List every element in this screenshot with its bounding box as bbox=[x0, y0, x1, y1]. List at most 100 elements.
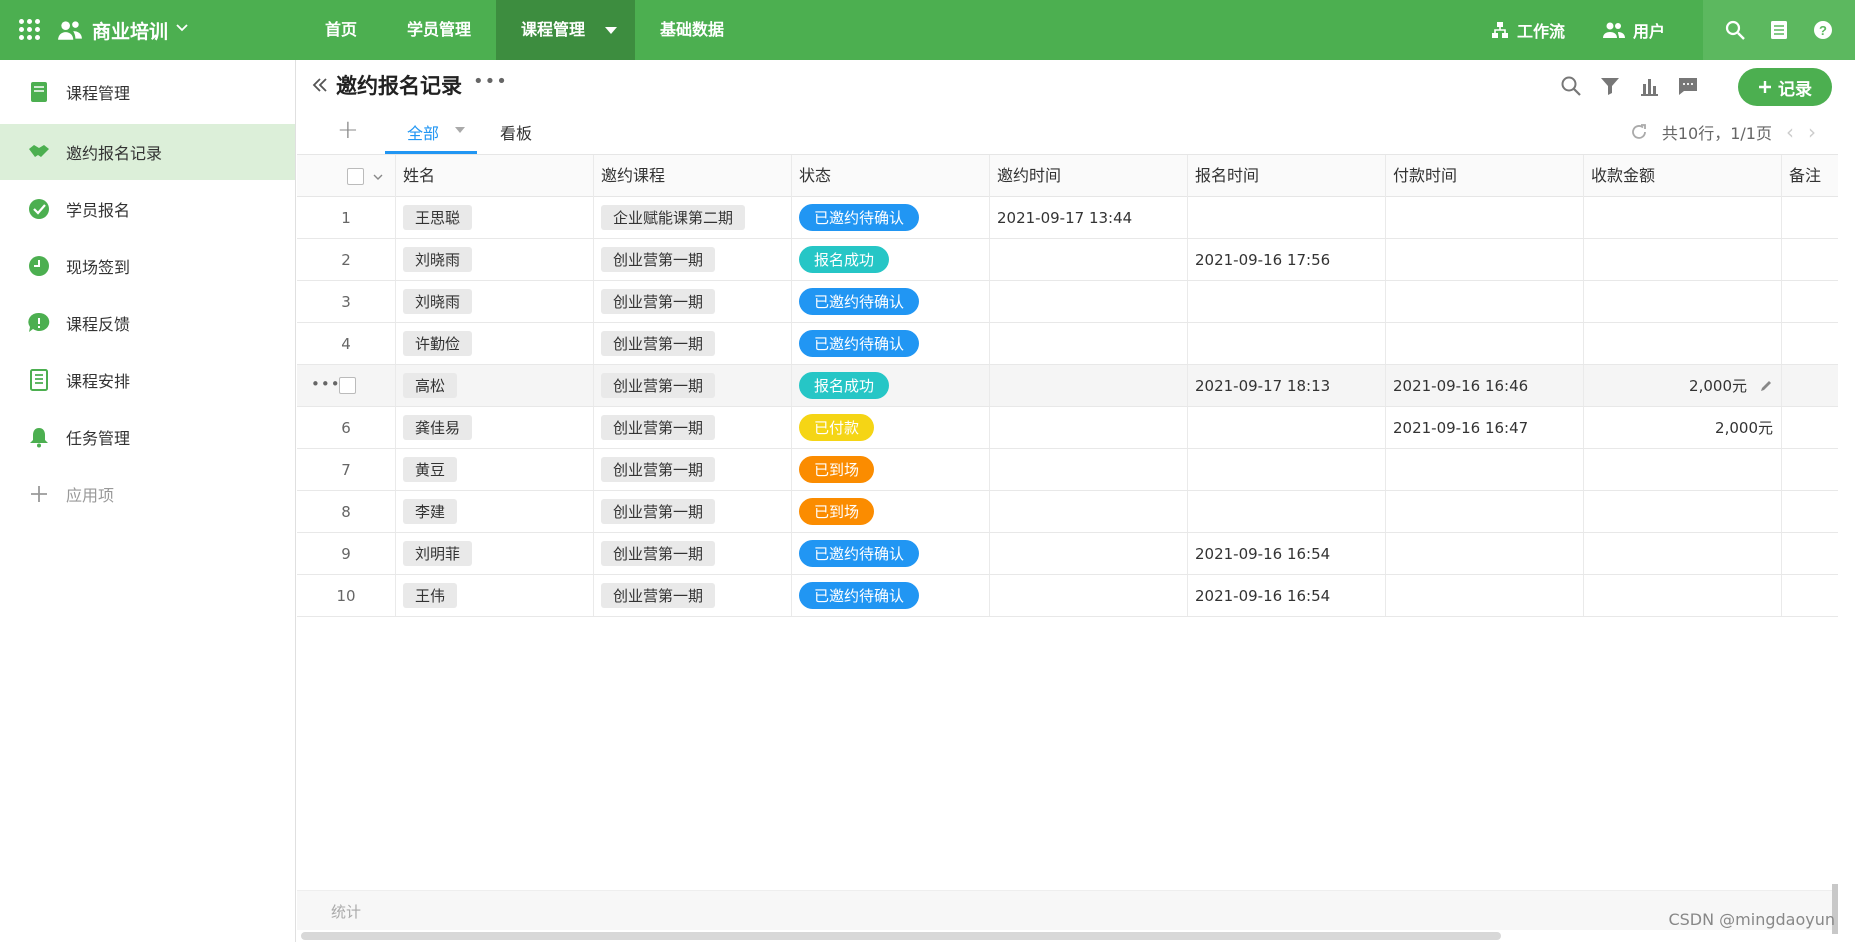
column-header-status[interactable]: 状态 bbox=[792, 155, 990, 197]
cell-course[interactable]: 创业营第一期 bbox=[594, 365, 792, 406]
table-row[interactable]: ••• 高松 创业营第一期 报名成功 2021-09-17 18:13 2021-09-1… bbox=[297, 365, 1838, 407]
cell-name[interactable]: 高松 bbox=[396, 365, 594, 406]
nav-student-management[interactable]: 学员管理 bbox=[382, 0, 496, 60]
cell-pay-time[interactable] bbox=[1386, 491, 1584, 532]
cell-signup-time[interactable] bbox=[1188, 491, 1386, 532]
cell-remarks[interactable] bbox=[1782, 491, 1838, 532]
cell-invite-time[interactable] bbox=[990, 239, 1188, 280]
comment-icon[interactable] bbox=[1676, 74, 1700, 98]
cell-status[interactable]: 已邀约待确认 bbox=[792, 575, 990, 616]
table-row[interactable]: 3 刘晓雨 创业营第一期 已邀约待确认 bbox=[297, 281, 1838, 323]
sidebar-item-course-schedule[interactable]: 课程安排 bbox=[0, 352, 295, 408]
cell-course[interactable]: 创业营第一期 bbox=[594, 407, 792, 448]
cell-signup-time[interactable]: 2021-09-16 16:54 bbox=[1188, 533, 1386, 574]
cell-remarks[interactable] bbox=[1782, 365, 1838, 406]
tab-all[interactable]: 全部 bbox=[385, 120, 477, 154]
cell-course[interactable]: 创业营第一期 bbox=[594, 533, 792, 574]
cell-amount[interactable]: 2,000元 bbox=[1584, 407, 1782, 448]
cell-invite-time[interactable] bbox=[990, 575, 1188, 616]
refresh-icon[interactable] bbox=[1630, 123, 1648, 141]
cell-pay-time[interactable] bbox=[1386, 533, 1584, 574]
add-view-button[interactable]: + bbox=[337, 115, 359, 145]
cell-pay-time[interactable] bbox=[1386, 323, 1584, 364]
cell-course[interactable]: 创业营第一期 bbox=[594, 323, 792, 364]
sidebar-item-task-management[interactable]: 任务管理 bbox=[0, 409, 295, 465]
cell-pay-time[interactable] bbox=[1386, 575, 1584, 616]
next-page-icon[interactable]: › bbox=[1808, 120, 1816, 144]
cell-course[interactable]: 创业营第一期 bbox=[594, 239, 792, 280]
table-row[interactable]: 10 王伟 创业营第一期 已邀约待确认 2021-09-16 16:54 bbox=[297, 575, 1838, 617]
cell-amount[interactable] bbox=[1584, 323, 1782, 364]
chevron-down-icon[interactable] bbox=[175, 20, 189, 34]
cell-signup-time[interactable] bbox=[1188, 197, 1386, 238]
sidebar-item-checkin[interactable]: 现场签到 bbox=[0, 238, 295, 294]
cell-amount[interactable] bbox=[1584, 575, 1782, 616]
nav-basic-data[interactable]: 基础数据 bbox=[635, 0, 749, 60]
sidebar-item-course-management[interactable]: 课程管理 bbox=[0, 64, 295, 120]
column-header-course[interactable]: 邀约课程 bbox=[594, 155, 792, 197]
cell-invite-time[interactable] bbox=[990, 407, 1188, 448]
cell-signup-time[interactable]: 2021-09-17 18:13 bbox=[1188, 365, 1386, 406]
table-row[interactable]: 8 李建 创业营第一期 已到场 bbox=[297, 491, 1838, 533]
cell-invite-time[interactable]: 2021-09-17 13:44 bbox=[990, 197, 1188, 238]
users-link[interactable]: 用户 bbox=[1602, 18, 1665, 42]
cell-amount[interactable] bbox=[1584, 533, 1782, 574]
search-icon[interactable] bbox=[1559, 74, 1583, 98]
cell-amount[interactable] bbox=[1584, 239, 1782, 280]
horizontal-scrollbar[interactable] bbox=[301, 932, 1501, 940]
caret-down-icon[interactable] bbox=[455, 127, 465, 133]
add-record-button[interactable]: 记录 bbox=[1738, 68, 1832, 106]
edit-pencil-icon[interactable] bbox=[1759, 379, 1773, 393]
stats-label[interactable]: 统计 bbox=[331, 901, 361, 922]
nav-course-management[interactable]: 课程管理 bbox=[496, 0, 636, 60]
table-row[interactable]: 6 龚佳易 创业营第一期 已付款 2021-09-16 16:47 2,000元 bbox=[297, 407, 1838, 449]
cell-amount[interactable] bbox=[1584, 449, 1782, 490]
cell-amount[interactable] bbox=[1584, 197, 1782, 238]
cell-name[interactable]: 王思聪 bbox=[396, 197, 594, 238]
bar-chart-icon[interactable] bbox=[1637, 74, 1661, 98]
cell-course[interactable]: 创业营第一期 bbox=[594, 449, 792, 490]
cell-remarks[interactable] bbox=[1782, 533, 1838, 574]
cell-name[interactable]: 李建 bbox=[396, 491, 594, 532]
row-checkbox[interactable] bbox=[339, 377, 356, 394]
cell-invite-time[interactable] bbox=[990, 281, 1188, 322]
cell-amount[interactable]: 2,000元 bbox=[1584, 365, 1782, 406]
column-header-amount[interactable]: 收款金额 bbox=[1584, 155, 1782, 197]
cell-status[interactable]: 已付款 bbox=[792, 407, 990, 448]
cell-invite-time[interactable] bbox=[990, 491, 1188, 532]
column-header-remarks[interactable]: 备注 bbox=[1782, 155, 1838, 197]
cell-signup-time[interactable] bbox=[1188, 281, 1386, 322]
cell-amount[interactable] bbox=[1584, 491, 1782, 532]
cell-signup-time[interactable] bbox=[1188, 407, 1386, 448]
table-row[interactable]: 1 王思聪 企业赋能课第二期 已邀约待确认 2021-09-17 13:44 bbox=[297, 197, 1838, 239]
app-title[interactable]: 商业培训 bbox=[92, 17, 168, 44]
cell-course[interactable]: 创业营第一期 bbox=[594, 575, 792, 616]
table-row[interactable]: 4 许勤俭 创业营第一期 已邀约待确认 bbox=[297, 323, 1838, 365]
sidebar-item-invitation-records[interactable]: 邀约报名记录 bbox=[0, 124, 295, 180]
table-row[interactable]: 9 刘明菲 创业营第一期 已邀约待确认 2021-09-16 16:54 bbox=[297, 533, 1838, 575]
cell-status[interactable]: 报名成功 bbox=[792, 239, 990, 280]
cell-status[interactable]: 已邀约待确认 bbox=[792, 197, 990, 238]
cell-pay-time[interactable] bbox=[1386, 281, 1584, 322]
cell-course[interactable]: 创业营第一期 bbox=[594, 491, 792, 532]
cell-signup-time[interactable]: 2021-09-16 16:54 bbox=[1188, 575, 1386, 616]
table-row[interactable]: 7 黄豆 创业营第一期 已到场 bbox=[297, 449, 1838, 491]
cell-pay-time[interactable] bbox=[1386, 449, 1584, 490]
cell-course[interactable]: 创业营第一期 bbox=[594, 281, 792, 322]
sidebar-item-course-feedback[interactable]: 课程反馈 bbox=[0, 295, 295, 351]
cell-status[interactable]: 已邀约待确认 bbox=[792, 281, 990, 322]
cell-status[interactable]: 已邀约待确认 bbox=[792, 533, 990, 574]
workflow-link[interactable]: 工作流 bbox=[1491, 18, 1565, 42]
cell-remarks[interactable] bbox=[1782, 407, 1838, 448]
cell-pay-time[interactable]: 2021-09-16 16:47 bbox=[1386, 407, 1584, 448]
cell-pay-time[interactable] bbox=[1386, 239, 1584, 280]
cell-status[interactable]: 已到场 bbox=[792, 449, 990, 490]
cell-invite-time[interactable] bbox=[990, 365, 1188, 406]
cell-remarks[interactable] bbox=[1782, 323, 1838, 364]
search-icon[interactable] bbox=[1725, 20, 1745, 40]
cell-remarks[interactable] bbox=[1782, 449, 1838, 490]
cell-signup-time[interactable] bbox=[1188, 449, 1386, 490]
cell-status[interactable]: 已到场 bbox=[792, 491, 990, 532]
row-more-icon[interactable]: ••• bbox=[311, 375, 341, 393]
filter-icon[interactable] bbox=[1598, 74, 1622, 98]
